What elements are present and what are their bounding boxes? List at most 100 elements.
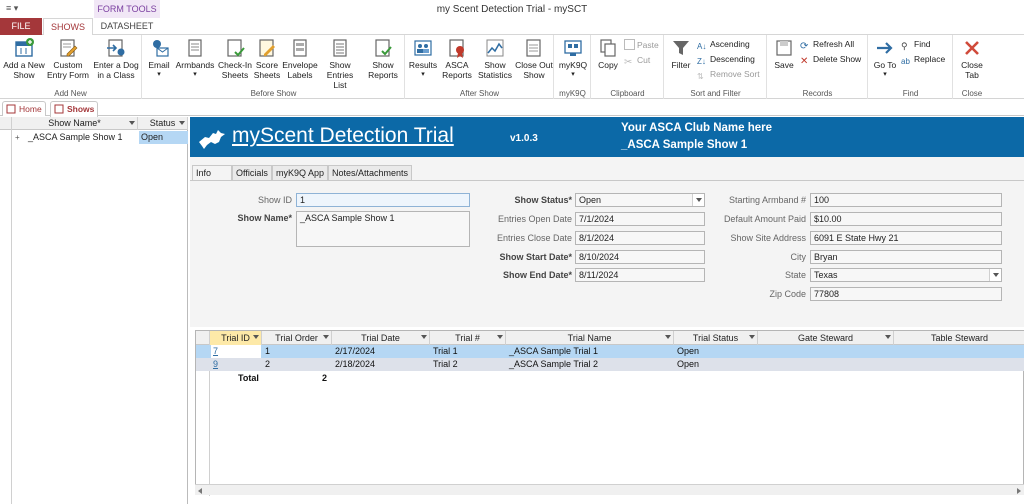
asca-reports-button[interactable]: ASCA Reports xyxy=(439,37,475,80)
chevron-down-icon[interactable] xyxy=(989,269,1001,281)
trial-id-cell[interactable]: 7 xyxy=(211,345,261,358)
doc-tab-shows[interactable]: Shows xyxy=(50,101,98,117)
refresh-all-button[interactable]: ⟳ Refresh All xyxy=(800,38,854,52)
enter-dog-button[interactable]: Enter a Dog in a Class xyxy=(92,37,140,80)
show-list-row[interactable]: + _ASCA Sample Show 1 Open xyxy=(0,131,188,144)
column-header-gate-steward[interactable]: Gate Steward xyxy=(758,331,894,345)
horizontal-scrollbar[interactable] xyxy=(195,484,1024,495)
form-tab-info[interactable]: Info xyxy=(192,165,232,181)
trial-name-cell[interactable]: _ASCA Sample Trial 1 xyxy=(507,345,673,358)
chevron-down-icon[interactable] xyxy=(421,335,427,339)
descending-button[interactable]: Z↓ Descending xyxy=(697,53,755,67)
document-tab-bar: Home Shows xyxy=(0,100,1024,117)
form-tab-divider xyxy=(190,180,1024,181)
table-row[interactable]: 9 2 2/18/2024 Trial 2 _ASCA Sample Trial… xyxy=(196,358,1024,371)
starting-armband-field[interactable]: 100 xyxy=(810,193,1002,207)
show-name-cell[interactable]: _ASCA Sample Show 1 xyxy=(28,131,136,144)
chevron-down-icon[interactable] xyxy=(497,335,503,339)
save-button[interactable]: Save xyxy=(770,37,798,70)
show-start-field[interactable]: 8/10/2024 xyxy=(575,250,705,264)
add-show-button[interactable]: Add a New Show xyxy=(3,37,45,80)
trial-date-cell[interactable]: 2/18/2024 xyxy=(333,358,429,371)
form-tab-notes[interactable]: Notes/Attachments xyxy=(328,165,413,181)
myk9q-button[interactable]: myK9Q ▾ xyxy=(557,37,589,80)
show-status-select[interactable]: Open xyxy=(575,193,705,207)
form-tab-officials[interactable]: Officials xyxy=(232,165,272,181)
close-tab-button[interactable]: Close Tab xyxy=(956,37,988,80)
column-header-trial-order[interactable]: Trial Order xyxy=(262,331,332,345)
site-address-field[interactable]: 6091 E State Hwy 21 xyxy=(810,231,1002,245)
chevron-down-icon[interactable] xyxy=(179,121,185,125)
column-header-table-steward[interactable]: Table Steward xyxy=(894,331,1024,345)
ribbon-tab-bar: FILE SHOWS DATASHEET xyxy=(0,18,1024,36)
zip-field[interactable]: 77808 xyxy=(810,287,1002,301)
scroll-left-icon[interactable] xyxy=(198,488,202,494)
trial-date-cell[interactable]: 2/17/2024 xyxy=(333,345,429,358)
tab-file[interactable]: FILE xyxy=(0,18,42,35)
goto-button[interactable]: Go To ▾ xyxy=(871,37,899,80)
column-header-status[interactable]: Status xyxy=(138,117,188,130)
default-amount-field[interactable]: $10.00 xyxy=(810,212,1002,226)
show-id-field[interactable]: 1 xyxy=(296,193,470,207)
column-header-trial-id[interactable]: Trial ID xyxy=(210,331,262,345)
envelope-labels-button[interactable]: Envelope Labels xyxy=(282,37,318,80)
replace-button[interactable]: ab Replace xyxy=(901,53,945,67)
find-button[interactable]: ⚲ Find xyxy=(901,38,931,52)
select-all-cell[interactable] xyxy=(0,117,12,130)
form-tab-myk9q-app[interactable]: myK9Q App xyxy=(272,165,329,181)
zip-label: Zip Code xyxy=(769,289,806,299)
doc-tab-home[interactable]: Home xyxy=(2,101,46,116)
trial-order-cell[interactable]: 2 xyxy=(263,358,331,371)
remove-sort-button[interactable]: ⇅ Remove Sort xyxy=(697,68,760,82)
chevron-down-icon[interactable] xyxy=(129,121,135,125)
trial-status-cell[interactable]: Open xyxy=(675,345,757,358)
table-row[interactable]: 7 1 2/17/2024 Trial 1 _ASCA Sample Trial… xyxy=(196,345,1024,358)
entries-open-field[interactable]: 7/1/2024 xyxy=(575,212,705,226)
scroll-right-icon[interactable] xyxy=(1017,488,1021,494)
check-in-sheets-button[interactable]: Check-In Sheets xyxy=(217,37,253,80)
delete-show-button[interactable]: ✕ Delete Show xyxy=(800,53,861,67)
binoculars-icon: ⚲ xyxy=(901,41,908,51)
custom-entry-form-button[interactable]: Custom Entry Form xyxy=(46,37,90,80)
chevron-down-icon[interactable] xyxy=(692,194,704,206)
armbands-button[interactable]: Armbands ▾ xyxy=(174,37,216,80)
column-header-trial-status[interactable]: Trial Status xyxy=(674,331,758,345)
cut-button[interactable]: ✂ Cut xyxy=(624,54,650,68)
status-cell[interactable]: Open xyxy=(139,131,188,144)
select-all-cell[interactable] xyxy=(196,331,210,345)
show-end-field[interactable]: 8/11/2024 xyxy=(575,268,705,282)
ascending-button[interactable]: A↓ Ascending xyxy=(697,38,750,52)
show-name-field[interactable]: _ASCA Sample Show 1 xyxy=(296,211,470,247)
show-statistics-button[interactable]: Show Statistics xyxy=(476,37,514,80)
trial-num-cell[interactable]: Trial 2 xyxy=(431,358,505,371)
email-button[interactable]: Email ▾ xyxy=(145,37,173,80)
chevron-down-icon[interactable] xyxy=(323,335,329,339)
chevron-down-icon[interactable] xyxy=(665,335,671,339)
state-select[interactable]: Texas xyxy=(810,268,1002,282)
score-sheets-button[interactable]: Score Sheets xyxy=(253,37,281,80)
column-header-trial-num[interactable]: Trial # xyxy=(430,331,506,345)
paste-button[interactable]: Paste xyxy=(624,39,659,51)
trial-id-cell[interactable]: 9 xyxy=(211,358,261,371)
column-header-show-name[interactable]: Show Name* xyxy=(12,117,138,130)
tab-shows[interactable]: SHOWS xyxy=(43,18,93,36)
results-button[interactable]: Results ▾ xyxy=(408,37,438,80)
trial-num-cell[interactable]: Trial 1 xyxy=(431,345,505,358)
filter-button[interactable]: Filter xyxy=(667,37,695,70)
chevron-down-icon[interactable] xyxy=(749,335,755,339)
copy-button[interactable]: Copy xyxy=(594,37,622,70)
chevron-down-icon[interactable] xyxy=(885,335,891,339)
trial-order-cell[interactable]: 1 xyxy=(263,345,331,358)
column-header-trial-date[interactable]: Trial Date xyxy=(332,331,430,345)
chevron-down-icon[interactable] xyxy=(253,335,259,339)
city-field[interactable]: Bryan xyxy=(810,250,1002,264)
show-entries-list-button[interactable]: Show Entries List xyxy=(319,37,361,90)
entries-close-field[interactable]: 8/1/2024 xyxy=(575,231,705,245)
trial-name-cell[interactable]: _ASCA Sample Trial 2 xyxy=(507,358,673,371)
column-header-trial-name[interactable]: Trial Name xyxy=(506,331,674,345)
show-reports-button[interactable]: Show Reports xyxy=(362,37,404,80)
close-out-show-button[interactable]: Close Out Show xyxy=(515,37,553,80)
tab-datasheet[interactable]: DATASHEET xyxy=(94,18,160,35)
trial-status-cell[interactable]: Open xyxy=(675,358,757,371)
expand-icon[interactable]: + xyxy=(15,131,25,144)
